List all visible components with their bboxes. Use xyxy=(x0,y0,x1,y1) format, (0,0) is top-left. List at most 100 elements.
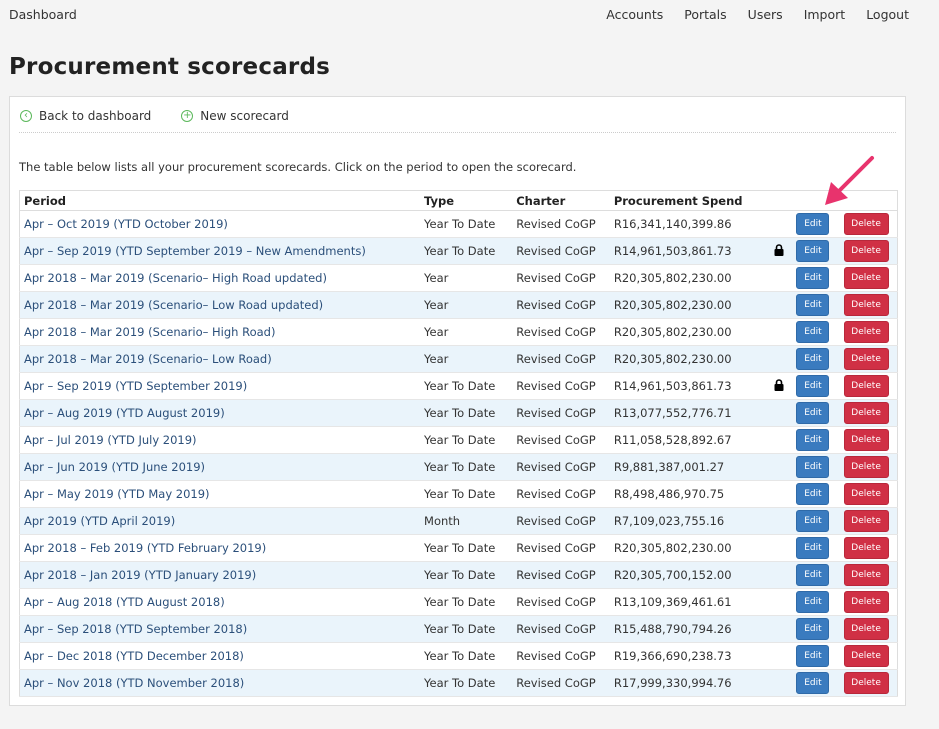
period-link[interactable]: Apr – May 2019 (YTD May 2019) xyxy=(19,480,421,508)
delete-button[interactable]: Delete xyxy=(843,429,889,451)
nav-import-link[interactable]: Import xyxy=(804,7,846,22)
nav-logout-link[interactable]: Logout xyxy=(866,7,909,22)
arrow-left-circle-icon: ‹ xyxy=(20,110,32,122)
delete-cell: Delete xyxy=(839,345,898,373)
delete-cell: Delete xyxy=(839,642,898,670)
edit-button[interactable]: Edit xyxy=(796,591,830,613)
lock-cell xyxy=(765,210,793,238)
edit-button[interactable]: Edit xyxy=(796,402,830,424)
edit-button[interactable]: Edit xyxy=(796,294,830,316)
delete-button[interactable]: Delete xyxy=(843,213,889,235)
table-row: Apr – Sep 2018 (YTD September 2018) Year … xyxy=(19,615,898,643)
type-cell: Year To Date xyxy=(420,588,513,616)
edit-cell: Edit xyxy=(792,588,840,616)
lock-cell xyxy=(765,615,793,643)
charter-cell: Revised CoGP xyxy=(512,426,610,454)
delete-button[interactable]: Delete xyxy=(843,267,889,289)
type-cell: Year To Date xyxy=(420,480,513,508)
edit-cell: Edit xyxy=(792,372,840,400)
edit-cell: Edit xyxy=(792,507,840,535)
period-link[interactable]: Apr 2018 – Jan 2019 (YTD January 2019) xyxy=(19,561,421,589)
period-link[interactable]: Apr 2018 – Mar 2019 (Scenario– High Road… xyxy=(19,264,421,292)
delete-cell: Delete xyxy=(839,588,898,616)
delete-button[interactable]: Delete xyxy=(843,483,889,505)
charter-cell: Revised CoGP xyxy=(512,615,610,643)
panel-actions: ‹ Back to dashboard + New scorecard xyxy=(20,109,289,123)
delete-button[interactable]: Delete xyxy=(843,240,889,262)
delete-cell: Delete xyxy=(839,291,898,319)
period-link[interactable]: Apr 2018 – Mar 2019 (Scenario– Low Road) xyxy=(19,345,421,373)
period-link[interactable]: Apr – Sep 2019 (YTD September 2019) xyxy=(19,372,421,400)
period-link[interactable]: Apr 2018 – Mar 2019 (Scenario– Low Road … xyxy=(19,291,421,319)
edit-cell: Edit xyxy=(792,669,840,697)
delete-button[interactable]: Delete xyxy=(843,375,889,397)
period-link[interactable]: Apr – Aug 2018 (YTD August 2018) xyxy=(19,588,421,616)
edit-button[interactable]: Edit xyxy=(796,537,830,559)
charter-cell: Revised CoGP xyxy=(512,399,610,427)
period-link[interactable]: Apr – Dec 2018 (YTD December 2018) xyxy=(19,642,421,670)
lock-cell xyxy=(765,453,793,481)
delete-button[interactable]: Delete xyxy=(843,672,889,694)
nav-accounts-link[interactable]: Accounts xyxy=(606,7,663,22)
table-row: Apr – Dec 2018 (YTD December 2018) Year T… xyxy=(19,642,898,670)
delete-button[interactable]: Delete xyxy=(843,321,889,343)
edit-button[interactable]: Edit xyxy=(796,267,830,289)
nav-users-link[interactable]: Users xyxy=(748,7,783,22)
header-type: Type xyxy=(420,190,513,211)
period-link[interactable]: Apr 2018 – Mar 2019 (Scenario– High Road… xyxy=(19,318,421,346)
back-to-dashboard-link[interactable]: ‹ Back to dashboard xyxy=(20,109,151,123)
period-link[interactable]: Apr – Sep 2019 (YTD September 2019 – New… xyxy=(19,237,421,265)
period-link[interactable]: Apr – Nov 2018 (YTD November 2018) xyxy=(19,669,421,697)
delete-button[interactable]: Delete xyxy=(843,537,889,559)
table-row: Apr – Aug 2018 (YTD August 2018) Year To … xyxy=(19,588,898,616)
period-link[interactable]: Apr – Aug 2019 (YTD August 2019) xyxy=(19,399,421,427)
edit-button[interactable]: Edit xyxy=(796,618,830,640)
delete-button[interactable]: Delete xyxy=(843,564,889,586)
period-link[interactable]: Apr – Oct 2019 (YTD October 2019) xyxy=(19,210,421,238)
type-cell: Year To Date xyxy=(420,615,513,643)
period-link[interactable]: Apr 2018 – Feb 2019 (YTD February 2019) xyxy=(19,534,421,562)
delete-button[interactable]: Delete xyxy=(843,510,889,532)
charter-cell: Revised CoGP xyxy=(512,588,610,616)
brand-dashboard-link[interactable]: Dashboard xyxy=(9,7,77,22)
period-link[interactable]: Apr 2019 (YTD April 2019) xyxy=(19,507,421,535)
charter-cell: Revised CoGP xyxy=(512,318,610,346)
spend-cell: R9,881,387,001.27 xyxy=(609,453,766,481)
period-link[interactable]: Apr – Sep 2018 (YTD September 2018) xyxy=(19,615,421,643)
edit-button[interactable]: Edit xyxy=(796,375,830,397)
spend-cell: R14,961,503,861.73 xyxy=(609,237,766,265)
edit-button[interactable]: Edit xyxy=(796,429,830,451)
edit-button[interactable]: Edit xyxy=(796,213,830,235)
edit-cell: Edit xyxy=(792,561,840,589)
edit-button[interactable]: Edit xyxy=(796,672,830,694)
table-row: Apr – Aug 2019 (YTD August 2019) Year To … xyxy=(19,399,898,427)
edit-button[interactable]: Edit xyxy=(796,645,830,667)
delete-button[interactable]: Delete xyxy=(843,456,889,478)
charter-cell: Revised CoGP xyxy=(512,264,610,292)
delete-button[interactable]: Delete xyxy=(843,645,889,667)
edit-button[interactable]: Edit xyxy=(796,483,830,505)
edit-cell: Edit xyxy=(792,210,840,238)
lock-cell xyxy=(765,534,793,562)
lock-cell xyxy=(765,588,793,616)
delete-button[interactable]: Delete xyxy=(843,402,889,424)
edit-button[interactable]: Edit xyxy=(796,564,830,586)
delete-button[interactable]: Delete xyxy=(843,294,889,316)
edit-button[interactable]: Edit xyxy=(796,348,830,370)
nav-portals-link[interactable]: Portals xyxy=(684,7,726,22)
spend-cell: R11,058,528,892.67 xyxy=(609,426,766,454)
edit-button[interactable]: Edit xyxy=(796,456,830,478)
delete-button[interactable]: Delete xyxy=(843,348,889,370)
delete-cell: Delete xyxy=(839,318,898,346)
new-scorecard-link[interactable]: + New scorecard xyxy=(181,109,289,123)
delete-button[interactable]: Delete xyxy=(843,591,889,613)
spend-cell: R20,305,802,230.00 xyxy=(609,345,766,373)
period-link[interactable]: Apr – Jul 2019 (YTD July 2019) xyxy=(19,426,421,454)
period-link[interactable]: Apr – Jun 2019 (YTD June 2019) xyxy=(19,453,421,481)
edit-button[interactable]: Edit xyxy=(796,240,830,262)
scorecards-panel: ‹ Back to dashboard + New scorecard The … xyxy=(9,96,906,706)
edit-button[interactable]: Edit xyxy=(796,321,830,343)
edit-button[interactable]: Edit xyxy=(796,510,830,532)
delete-button[interactable]: Delete xyxy=(843,618,889,640)
edit-cell: Edit xyxy=(792,264,840,292)
